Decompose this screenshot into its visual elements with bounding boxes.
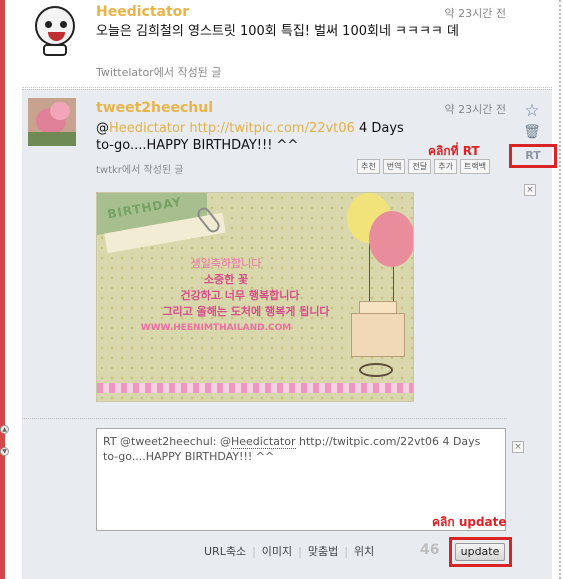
tweet-username[interactable]: tweet2heechul <box>96 100 213 116</box>
retweet-button[interactable]: RT <box>509 144 557 168</box>
translate-button[interactable]: 번역 <box>382 159 406 174</box>
close-icon[interactable]: × <box>512 441 524 453</box>
scroll-down-icon[interactable]: ▼ <box>0 447 9 456</box>
update-button[interactable]: update <box>455 543 505 561</box>
avatar-body <box>43 44 67 56</box>
scroll-up-icon[interactable]: ▲ <box>0 425 9 434</box>
reply-text-before: RT @tweet2heechul: @ <box>103 435 231 448</box>
cake-icon <box>351 313 405 357</box>
location-link[interactable]: 위치 <box>348 543 380 559</box>
image-bottom-stripe <box>97 383 413 393</box>
update-highlight: update <box>449 537 512 567</box>
tweet-text: @Heedictator http://twitpic.com/22vt06 4… <box>96 120 416 154</box>
image-text-line: 생일축하합니다 <box>190 257 262 270</box>
spellcheck-link[interactable]: 맞춤법 <box>302 543 344 559</box>
trash-icon[interactable]: 🗑 <box>523 123 541 141</box>
tweet-text-prefix: @ <box>96 121 109 136</box>
avatar-leaf <box>28 132 76 146</box>
avatar-eye <box>45 21 52 28</box>
tweet-via: twtkr에서 작성된 글 <box>96 165 184 176</box>
star-icon[interactable]: ☆ <box>523 102 541 120</box>
trackback-button[interactable]: 트랙백 <box>459 159 491 174</box>
right-border <box>559 0 561 579</box>
url-link[interactable]: http://twitpic.com/22vt06 <box>189 121 354 136</box>
avatar-mouth <box>48 32 65 41</box>
twitter-client-window: ▲ ▼ Heedictator 약 23시간 전 오늘은 김희철의 영스트릿 1… <box>0 0 563 579</box>
image-url-text: WWW.HEENIMTHAILAND.COM <box>140 323 292 333</box>
divider <box>22 418 507 419</box>
annotation-click-update: คลิก update <box>432 515 507 529</box>
image-text-line: 소중한 꽃 <box>203 273 249 286</box>
left-rail <box>0 0 5 579</box>
tweet-item: Heedictator 약 23시간 전 오늘은 김희철의 영스트릿 100회 … <box>22 0 552 88</box>
image-text-line: 그리고 올해는 도처에 행복게 됩니다 <box>162 305 330 318</box>
add-button[interactable]: 추가 <box>434 159 457 174</box>
tweet-text: 오늘은 김희철의 영스트릿 100회 특집! 벌써 100회네 ㅋㅋㅋㅋ 뎨 <box>96 24 459 39</box>
tweet-image[interactable]: BIRTHDAY 생일축하합니다 소중한 꽃 건강하고 너무 행복합니다 그리고… <box>96 192 414 402</box>
char-counter: 46 <box>420 542 440 558</box>
recommend-button[interactable]: 추천 <box>357 159 380 174</box>
swirl-decoration <box>359 363 393 377</box>
scroll-arrows[interactable]: ▲ ▼ <box>0 425 9 469</box>
reply-mention: Heedictator <box>230 435 296 449</box>
tweet-actions: 추천 번역 전달 추가 트랙백 <box>357 159 491 174</box>
tweet-username[interactable]: Heedictator <box>96 4 189 20</box>
tweet-side-icons: ☆ 🗑 <box>523 102 545 141</box>
mention-link[interactable]: Heedictator <box>109 121 185 136</box>
avatar-face <box>35 6 75 46</box>
compose-toolbar: URL축소 | 이미지 | 맞춤법 | 위치 <box>198 543 380 559</box>
avatar[interactable] <box>31 4 79 56</box>
selected-tweet-panel: tweet2heechul 약 23시간 전 @Heedictator http… <box>22 89 557 579</box>
avatar[interactable] <box>28 98 76 146</box>
tweet-time: 약 23시간 전 <box>444 103 506 116</box>
close-icon[interactable]: × <box>524 184 536 196</box>
tweet-via: Twittelator에서 작성된 글 <box>96 66 222 79</box>
avatar-eye <box>60 21 67 28</box>
url-shorten-link[interactable]: URL축소 <box>198 543 252 559</box>
tweet-time: 약 23시간 전 <box>444 7 506 20</box>
image-text-line: 건강하고 너무 행복합니다 <box>180 289 300 302</box>
forward-button[interactable]: 전달 <box>408 159 432 174</box>
avatar-flower <box>50 102 70 120</box>
annotation-click-rt: คลิกที่ RT <box>428 144 480 158</box>
image-link[interactable]: 이미지 <box>256 543 298 559</box>
